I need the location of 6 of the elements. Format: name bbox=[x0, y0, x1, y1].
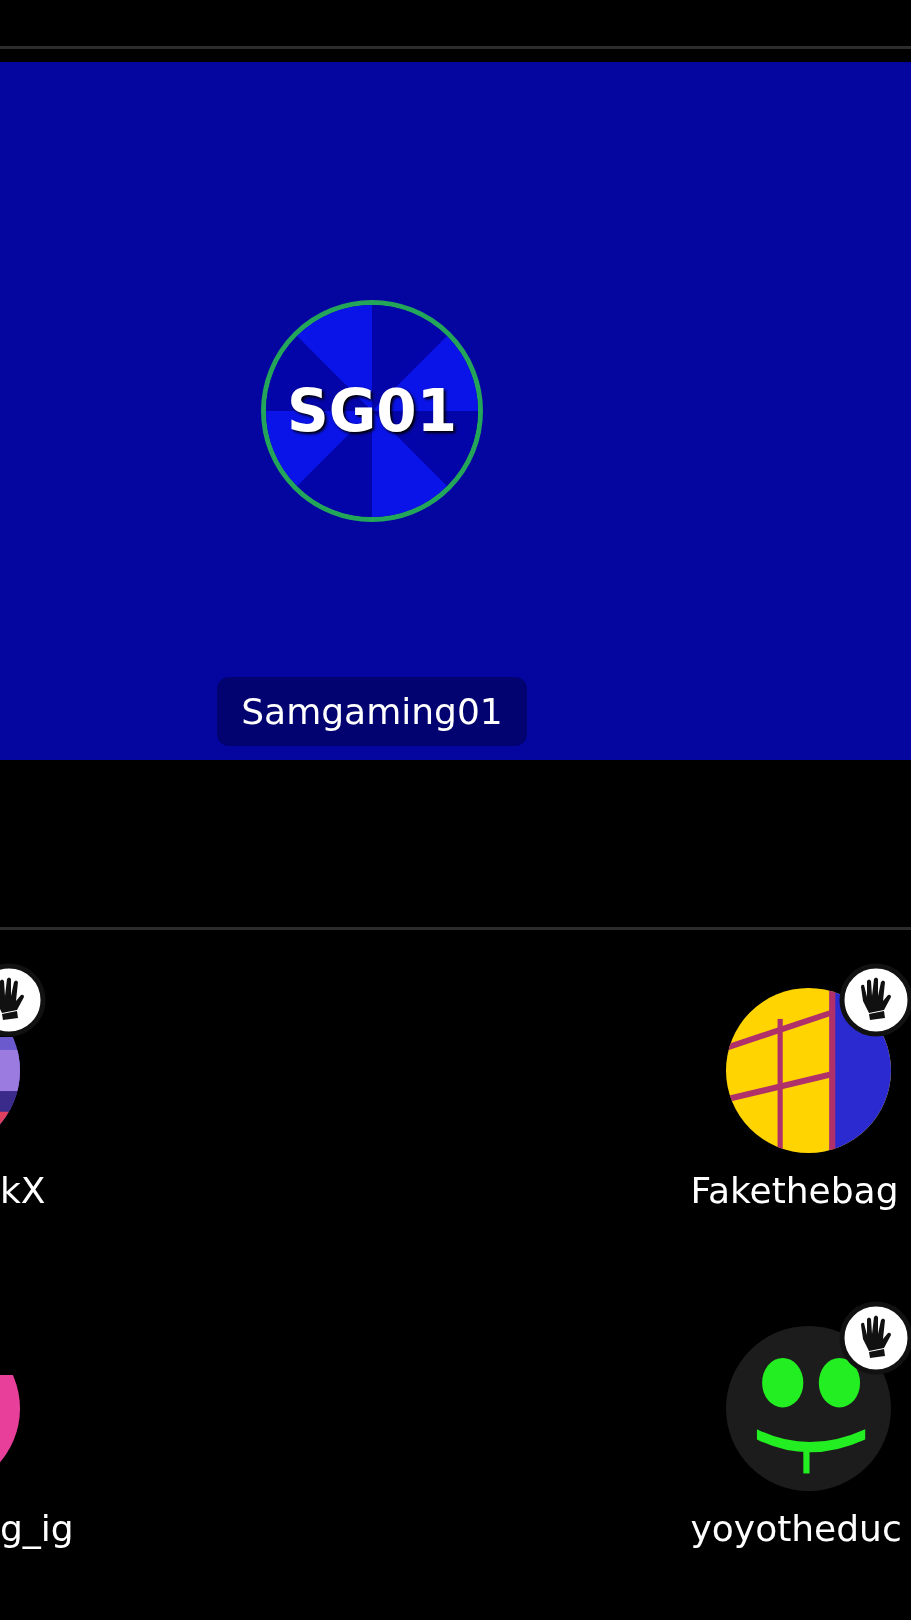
participant-name: kX bbox=[0, 1170, 46, 1211]
participant-name: Fakethebag bbox=[690, 1170, 899, 1211]
participant-name: yoyotheduc bbox=[690, 1508, 902, 1549]
speaker-avatar: SG01 bbox=[261, 300, 483, 522]
participant-name: g_ig bbox=[0, 1508, 74, 1549]
speaker-name: Samgaming01 bbox=[217, 677, 527, 746]
